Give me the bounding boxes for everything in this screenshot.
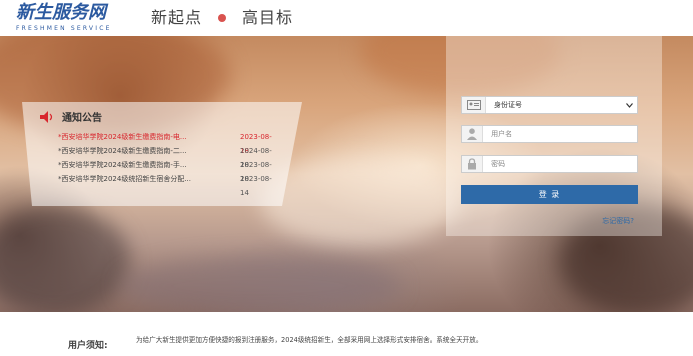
- slogan-dot: [218, 14, 227, 22]
- id-type-value[interactable]: 身份证号: [486, 100, 637, 110]
- user-icon: [462, 126, 484, 142]
- id-card-icon: [462, 97, 486, 113]
- notice-item[interactable]: *西安培华学院2024级新生缴费指南-二... 2024-08-18: [58, 144, 280, 169]
- chevron-down-icon: [626, 102, 633, 108]
- logo-title: 新生服务网: [16, 2, 106, 23]
- notice-item-title[interactable]: *西安培华学院2024级新生缴费指南-手...: [58, 158, 208, 172]
- forgot-password-link[interactable]: 忘记密码?: [602, 216, 634, 226]
- logo-subtitle: FRESHMEN SERVICE: [16, 25, 112, 32]
- notice-item-date: 2023-08-14: [240, 175, 272, 197]
- user-notice-label: 用户须知:: [68, 341, 108, 351]
- notice-item-date: 2023-08-18: [240, 161, 272, 183]
- notice-item-date: 2024-08-18: [240, 147, 272, 169]
- notice-item[interactable]: *西安培华学院2024级新生缴费指南-电... 2023-08-18: [58, 130, 280, 155]
- login-button[interactable]: 登 录: [461, 185, 638, 204]
- hero-banner: 通知公告 *西安培华学院2024级新生缴费指南-电... 2023-08-18 …: [0, 36, 693, 312]
- notice-item-title[interactable]: *西安培华学院2024级统招新生宿舍分配...: [58, 172, 208, 186]
- password-input[interactable]: [483, 160, 637, 168]
- login-panel: 身份证号 登 录 忘记密码?: [446, 36, 662, 236]
- speaker-icon: [40, 110, 53, 123]
- username-field[interactable]: [461, 125, 638, 143]
- notice-item[interactable]: *西安培华学院2024级新生缴费指南-手... 2023-08-18: [58, 158, 280, 183]
- background-blur: [0, 206, 130, 312]
- lock-icon: [462, 156, 484, 172]
- notice-item-date: 2023-08-18: [240, 133, 272, 155]
- id-type-selected: 身份证号: [494, 101, 522, 109]
- background-blur: [120, 256, 400, 312]
- id-type-select[interactable]: 身份证号: [461, 96, 638, 114]
- notice-list: *西安培华学院2024级新生缴费指南-电... 2023-08-18 *西安培华…: [58, 130, 280, 197]
- slogan: 新起点 高目标: [151, 7, 293, 29]
- notice-item-title[interactable]: *西安培华学院2024级新生缴费指南-电...: [58, 130, 208, 144]
- slogan-right: 高目标: [242, 8, 294, 27]
- user-notice: 用户须知: 为给广大新生提供更加方便快捷的报到注册服务，2024级统招新生，全部…: [0, 312, 693, 356]
- site-logo[interactable]: 新生服务网 FRESHMEN SERVICE: [16, 3, 132, 35]
- site-header: 新生服务网 FRESHMEN SERVICE 新起点 高目标: [0, 0, 693, 36]
- slogan-left: 新起点: [151, 8, 203, 27]
- notice-item-title[interactable]: *西安培华学院2024级新生缴费指南-二...: [58, 144, 208, 158]
- notice-title: 通知公告: [62, 113, 102, 124]
- notice-header: 通知公告: [40, 109, 102, 124]
- notice-item[interactable]: *西安培华学院2024级统招新生宿舍分配... 2023-08-14: [58, 172, 280, 197]
- password-field[interactable]: [461, 155, 638, 173]
- user-notice-text: 为给广大新生提供更加方便快捷的报到注册服务，2024级统招新生，全部采用网上选择…: [136, 336, 483, 344]
- notice-panel: 通知公告 *西安培华学院2024级新生缴费指南-电... 2023-08-18 …: [22, 102, 312, 206]
- username-input[interactable]: [483, 130, 637, 138]
